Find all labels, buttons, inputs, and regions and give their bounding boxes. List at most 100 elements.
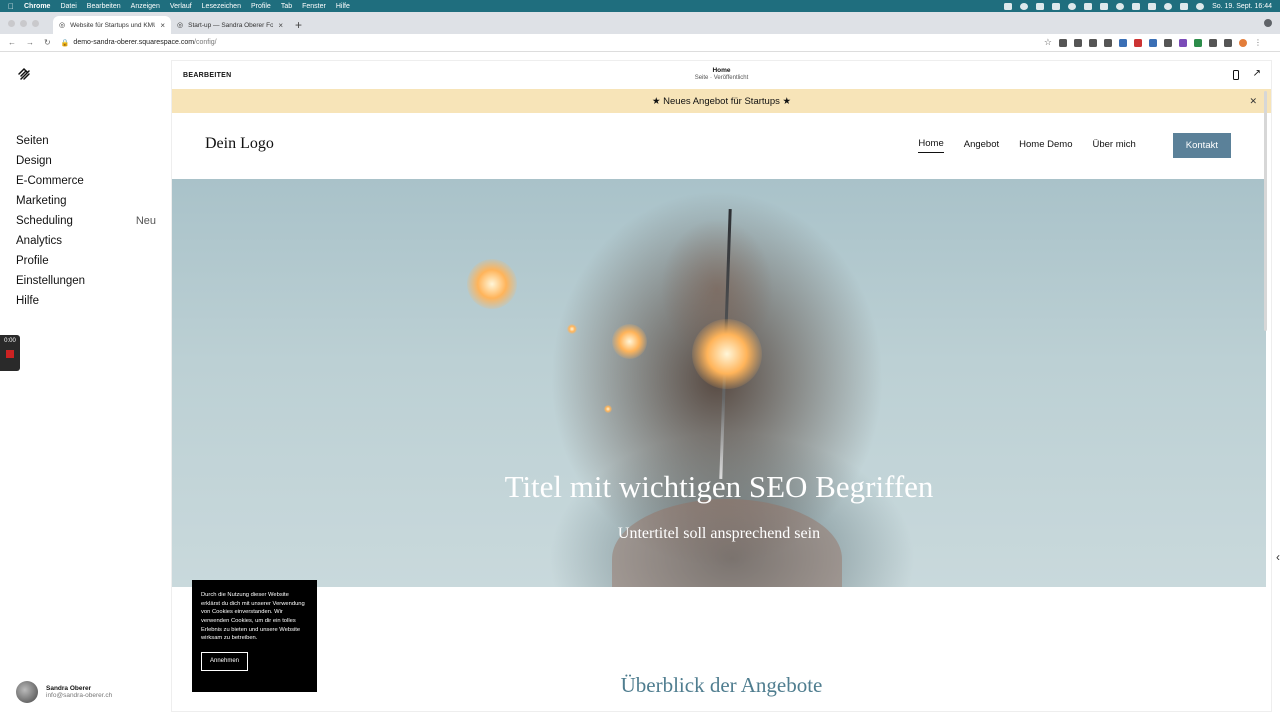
sidebar-item-scheduling[interactable]: Scheduling Neu xyxy=(16,211,156,231)
menu-profile[interactable]: Profile xyxy=(251,3,271,10)
squarespace-sidebar: Seiten Design E-Commerce Marketing Sched… xyxy=(0,53,171,720)
close-icon[interactable]: × xyxy=(160,21,165,30)
menu-lesezeichen[interactable]: Lesezeichen xyxy=(202,3,241,10)
sidebar-item-label: Einstellungen xyxy=(16,275,86,287)
bookmark-star-icon[interactable]: ☆ xyxy=(1044,37,1052,48)
extension-icon[interactable] xyxy=(1134,38,1142,47)
status-icon[interactable] xyxy=(1068,2,1077,10)
menu-anzeigen[interactable]: Anzeigen xyxy=(131,3,160,10)
extension-icon[interactable] xyxy=(1164,38,1172,47)
sidebar-item-seiten[interactable]: Seiten xyxy=(16,131,156,151)
apple-icon[interactable]:  xyxy=(8,2,14,11)
browser-tab[interactable]: ◎ Website für Startups und KMU × xyxy=(53,16,171,34)
sidebar-item-design[interactable]: Design xyxy=(16,151,156,171)
extension-icon[interactable] xyxy=(1179,38,1187,47)
sidebar-item-label: Scheduling xyxy=(16,215,73,227)
reload-icon[interactable]: ↻ xyxy=(44,38,51,47)
menu-fenster[interactable]: Fenster xyxy=(302,3,326,10)
squarespace-logo-icon[interactable] xyxy=(17,67,31,81)
close-icon[interactable]: ✕ xyxy=(1249,96,1257,107)
extension-icon[interactable] xyxy=(1059,38,1067,47)
sidebar-item-einstellungen[interactable]: Einstellungen xyxy=(16,271,156,291)
sidebar-item-label: Design xyxy=(16,155,52,167)
sidebar-item-profile[interactable]: Profile xyxy=(16,251,156,271)
status-icon[interactable] xyxy=(1020,2,1029,10)
close-window-icon[interactable] xyxy=(8,19,15,27)
extension-icon[interactable] xyxy=(1209,38,1217,47)
extensions-puzzle-icon[interactable] xyxy=(1224,38,1232,47)
bluetooth-icon[interactable] xyxy=(1148,2,1157,10)
sparkle xyxy=(567,324,577,334)
hero-section[interactable]: Titel mit wichtigen SEO Begriffen Untert… xyxy=(172,179,1266,587)
minimize-window-icon[interactable] xyxy=(20,19,27,27)
contact-button[interactable]: Kontakt xyxy=(1172,133,1231,158)
status-icon[interactable] xyxy=(1116,2,1125,10)
site-navigation: Home Angebot Home Demo Über mich Kontakt xyxy=(918,133,1231,158)
extension-icon[interactable] xyxy=(1149,38,1157,47)
extensions-area: ☆ ⋮ xyxy=(1044,37,1272,48)
menu-verlauf[interactable]: Verlauf xyxy=(170,3,192,10)
user-profile[interactable]: Sandra Oberer info@sandra-oberer.ch xyxy=(16,681,112,703)
spotlight-icon[interactable] xyxy=(1196,2,1205,10)
menu-app-name[interactable]: Chrome xyxy=(24,3,50,10)
nav-link-ueber-mich[interactable]: Über mich xyxy=(1092,139,1135,153)
menu-hilfe[interactable]: Hilfe xyxy=(336,3,350,10)
recorder-time: 0:00 xyxy=(4,338,16,344)
record-stop-icon[interactable] xyxy=(6,350,14,358)
volume-icon[interactable] xyxy=(1132,2,1141,10)
extension-icon[interactable] xyxy=(1194,38,1202,47)
sidebar-item-analytics[interactable]: Analytics xyxy=(16,231,156,251)
status-icon[interactable] xyxy=(1052,2,1061,10)
hero-subtitle[interactable]: Untertitel soll ansprechend sein xyxy=(172,525,1266,543)
announcement-bar[interactable]: ★ Neues Angebot für Startups ★ ✕ xyxy=(172,89,1271,113)
back-icon[interactable]: ← xyxy=(8,38,16,47)
menu-bearbeiten[interactable]: Bearbeiten xyxy=(87,3,121,10)
extension-icon[interactable] xyxy=(1074,38,1082,47)
expand-arrow-icon[interactable]: ↗ xyxy=(1253,68,1261,79)
url-field[interactable]: demo-sandra-oberer.squarespace.com/confi… xyxy=(73,39,216,46)
address-bar: ← → ↻ 🔒 demo-sandra-oberer.squarespace.c… xyxy=(0,34,1280,52)
wifi-icon[interactable] xyxy=(1164,2,1173,10)
sidebar-menu: Seiten Design E-Commerce Marketing Sched… xyxy=(16,131,156,311)
sidebar-item-ecommerce[interactable]: E-Commerce xyxy=(16,171,156,191)
scrollbar[interactable] xyxy=(1264,91,1267,331)
nav-link-home[interactable]: Home xyxy=(918,138,944,153)
chevron-left-icon[interactable]: ‹ xyxy=(1276,550,1280,564)
menu-datei[interactable]: Datei xyxy=(60,3,76,10)
sidebar-item-marketing[interactable]: Marketing xyxy=(16,191,156,211)
editor-toolbar: BEARBEITEN Home Seite · Veröffentlicht ↗ xyxy=(172,61,1271,89)
battery-icon[interactable] xyxy=(1180,2,1189,10)
page-title: Home xyxy=(712,67,731,74)
lock-icon[interactable]: 🔒 xyxy=(61,39,70,47)
screen-recorder-widget[interactable]: 0:00 xyxy=(0,335,20,371)
section-title[interactable]: Überblick der Angebote xyxy=(172,673,1271,698)
new-tab-button[interactable]: + xyxy=(295,16,302,34)
status-icon[interactable] xyxy=(1036,2,1045,10)
browser-tabbar: ◎ Website für Startups und KMU × ◎ Start… xyxy=(0,12,1280,34)
menu-tab[interactable]: Tab xyxy=(281,3,292,10)
status-icon[interactable] xyxy=(1100,2,1109,10)
site-logo[interactable]: Dein Logo xyxy=(205,135,274,153)
nav-link-home-demo[interactable]: Home Demo xyxy=(1019,139,1072,153)
menubar-datetime[interactable]: So. 19. Sept. 16:44 xyxy=(1212,3,1272,10)
status-icon[interactable] xyxy=(1004,2,1013,10)
nav-link-angebot[interactable]: Angebot xyxy=(964,139,999,153)
profile-avatar-icon[interactable] xyxy=(1239,38,1247,47)
close-icon[interactable]: × xyxy=(278,21,283,30)
page-status: Seite · Veröffentlicht xyxy=(694,75,749,81)
extension-icon[interactable] xyxy=(1089,38,1097,47)
hero-title[interactable]: Titel mit wichtigen SEO Begriffen xyxy=(172,469,1266,505)
mobile-preview-icon[interactable] xyxy=(1233,70,1239,80)
forward-icon[interactable]: → xyxy=(26,38,34,47)
sparkle xyxy=(467,259,517,309)
tab-title: Start-up — Sandra Oberer Fotografie xyxy=(188,21,274,29)
browser-tab[interactable]: ◎ Start-up — Sandra Oberer Fotografie × xyxy=(171,16,289,34)
sidebar-item-hilfe[interactable]: Hilfe xyxy=(16,291,156,311)
status-icon[interactable] xyxy=(1084,2,1093,10)
extension-icon[interactable] xyxy=(1119,38,1127,47)
maximize-window-icon[interactable] xyxy=(32,19,39,27)
more-menu-icon[interactable]: ⋮ xyxy=(1254,38,1262,47)
tab-search-icon[interactable] xyxy=(1264,19,1272,27)
accept-cookies-button[interactable]: Annehmen xyxy=(201,652,249,672)
extension-icon[interactable] xyxy=(1104,38,1112,47)
